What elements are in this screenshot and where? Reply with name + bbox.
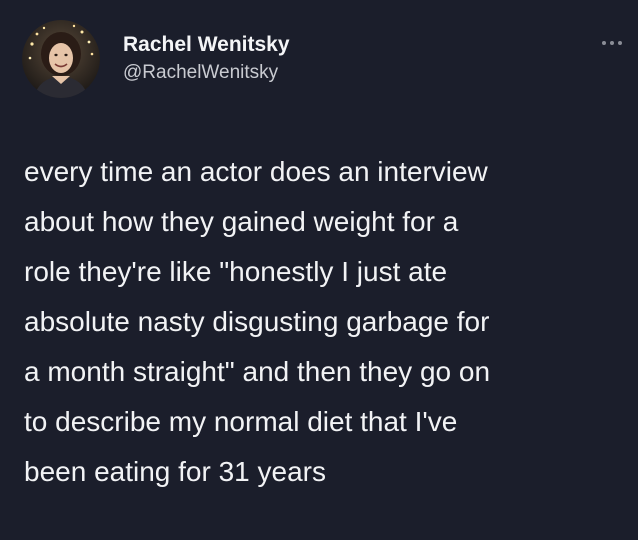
profile-photo-icon bbox=[22, 20, 100, 98]
tweet-card: Rachel Wenitsky @RachelWenitsky every ti… bbox=[0, 0, 638, 540]
display-name[interactable]: Rachel Wenitsky bbox=[123, 33, 290, 57]
ellipsis-icon[interactable] bbox=[600, 38, 624, 48]
tweet-text-line: absolute nasty disgusting garbage for bbox=[24, 306, 490, 337]
tweet-text-line: every time an actor does an interview bbox=[24, 156, 488, 187]
user-handle[interactable]: @RachelWenitsky bbox=[123, 62, 278, 84]
tweet-text-line: about how they gained weight for a bbox=[24, 206, 459, 237]
tweet-text-line: to describe my normal diet that I've bbox=[24, 406, 458, 437]
tweet-text-line: a month straight" and then they go on bbox=[24, 356, 491, 387]
avatar[interactable] bbox=[22, 20, 100, 98]
tweet-text-line: role they're like "honestly I just ate bbox=[24, 256, 448, 287]
tweet-text: every time an actor does an interview ab… bbox=[24, 147, 624, 497]
tweet-text-line: been eating for 31 years bbox=[24, 456, 326, 487]
